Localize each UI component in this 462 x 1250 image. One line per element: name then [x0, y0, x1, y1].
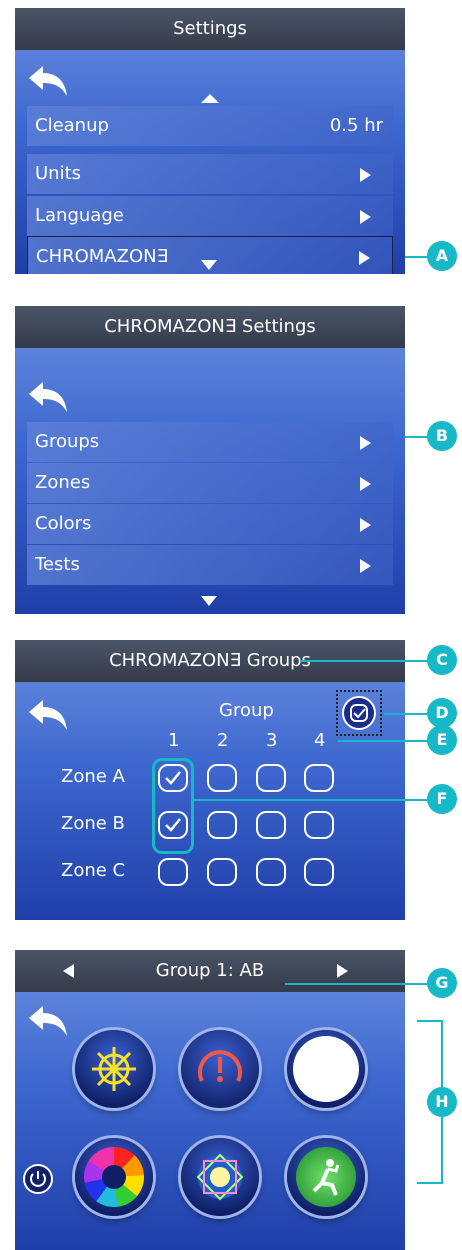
relax-icon	[296, 1147, 356, 1207]
zone-label: Zone A	[61, 766, 125, 787]
arrow-right-icon	[360, 210, 371, 224]
relax-figure-icon	[312, 1159, 340, 1196]
zone-group-checkbox[interactable]	[304, 811, 334, 839]
zone-group-checkbox[interactable]	[256, 858, 286, 886]
callout-line-e	[338, 740, 430, 742]
chromazone-settings-title: CHROMAZON∃ Settings	[15, 306, 405, 348]
menu-item-tests[interactable]: Tests	[27, 545, 393, 585]
callout-line-g	[285, 983, 430, 985]
white-light-icon	[293, 1036, 359, 1102]
callout-line-d	[384, 713, 430, 715]
power-icon	[30, 1171, 46, 1187]
zone-group-checkbox[interactable]	[207, 811, 237, 839]
group-number: 3	[266, 730, 278, 751]
back-arrow-icon[interactable]	[27, 380, 69, 414]
zone-group-checkbox[interactable]	[158, 811, 188, 839]
group-number: 4	[314, 730, 326, 751]
callout-badge-e: E	[427, 725, 457, 755]
callout-badge-d: D	[427, 698, 457, 728]
arrow-right-icon	[360, 477, 371, 491]
arrow-right-icon	[360, 559, 371, 573]
zone-group-checkbox[interactable]	[256, 764, 286, 792]
menu-item-zones[interactable]: Zones	[27, 463, 393, 503]
next-group-icon[interactable]	[337, 964, 348, 978]
checkmark-icon	[350, 704, 368, 722]
menu-item-cleanup[interactable]: Cleanup 0.5 hr	[27, 106, 393, 146]
scroll-down-icon[interactable]	[201, 260, 217, 270]
cleanup-value: 0.5 hr	[329, 115, 383, 136]
back-arrow-icon[interactable]	[27, 1004, 69, 1038]
callout-badge-a: A	[427, 241, 457, 271]
color-wheel-center	[102, 1165, 126, 1189]
checkmark-icon	[165, 818, 181, 832]
arrow-right-icon	[359, 251, 370, 265]
relax-button[interactable]	[287, 1138, 365, 1216]
menu-item-label: Colors	[35, 513, 92, 534]
zone-label: Zone C	[61, 860, 126, 881]
zone-group-checkbox[interactable]	[207, 858, 237, 886]
ship-wheel-button[interactable]	[75, 1030, 153, 1108]
callout-badge-b: B	[427, 421, 457, 451]
callout-badge-c: C	[427, 645, 457, 675]
group-number: 2	[217, 730, 229, 751]
menu-item-label: Units	[35, 163, 82, 184]
back-arrow-icon[interactable]	[27, 64, 69, 98]
menu-item-units[interactable]: Units	[27, 154, 393, 194]
menu-item-language[interactable]: Language	[27, 196, 393, 236]
menu-item-label: Cleanup	[35, 115, 109, 136]
ship-wheel-icon	[92, 1047, 136, 1091]
color-wheel-icon	[84, 1147, 144, 1207]
checkmark-icon	[165, 771, 181, 785]
settings-title: Settings	[15, 8, 405, 50]
callout-line-c	[300, 660, 430, 662]
callout-badge-f: F	[427, 784, 457, 814]
prev-group-icon[interactable]	[63, 964, 74, 978]
zone-group-checkbox[interactable]	[207, 764, 237, 792]
scroll-down-icon[interactable]	[201, 596, 217, 606]
menu-item-label: Groups	[35, 431, 100, 452]
group-control-screen: Group 1: AB	[15, 950, 405, 1250]
arrow-right-icon	[360, 436, 371, 450]
scroll-up-icon[interactable]	[201, 94, 219, 103]
menu-item-label: Zones	[35, 472, 91, 493]
zone-group-checkbox[interactable]	[256, 811, 286, 839]
chromazone-groups-screen: CHROMAZON∃ Groups Group 1 2 3 4 Zone A Z…	[15, 640, 405, 920]
color-wheel-button[interactable]	[75, 1138, 153, 1216]
power-button[interactable]	[23, 1164, 53, 1194]
group-header: Group	[219, 700, 274, 721]
kaleidoscope-icon	[196, 1153, 244, 1201]
group-title: Group 1: AB	[155, 960, 265, 981]
group-number: 1	[168, 730, 180, 751]
arrow-right-icon	[360, 168, 371, 182]
gauge-alert-icon	[198, 1050, 242, 1082]
gauge-alert-button[interactable]	[181, 1030, 259, 1108]
menu-item-label: Tests	[35, 554, 80, 575]
confirm-button[interactable]	[342, 696, 376, 730]
menu-item-colors[interactable]: Colors	[27, 504, 393, 544]
zone-group-checkbox[interactable]	[304, 764, 334, 792]
menu-item-label: Language	[35, 205, 124, 226]
settings-screen: Settings Cleanup 0.5 hr Units Language C…	[15, 8, 405, 274]
callout-badge-g: G	[427, 968, 457, 998]
callout-line-f	[193, 799, 430, 801]
callout-badge-h: H	[427, 1087, 457, 1117]
zone-group-checkbox[interactable]	[158, 764, 188, 792]
zone-group-checkbox[interactable]	[304, 858, 334, 886]
arrow-right-icon	[360, 518, 371, 532]
zone-label: Zone B	[61, 813, 125, 834]
menu-item-groups[interactable]: Groups	[27, 422, 393, 462]
kaleidoscope-button[interactable]	[181, 1138, 259, 1216]
back-arrow-icon[interactable]	[27, 698, 69, 732]
chromazone-settings-screen: CHROMAZON∃ Settings Groups Zones Colors …	[15, 306, 405, 614]
zone-group-checkbox[interactable]	[158, 858, 188, 886]
white-light-button[interactable]	[287, 1030, 365, 1108]
menu-item-label: CHROMAZON∃	[36, 246, 168, 267]
